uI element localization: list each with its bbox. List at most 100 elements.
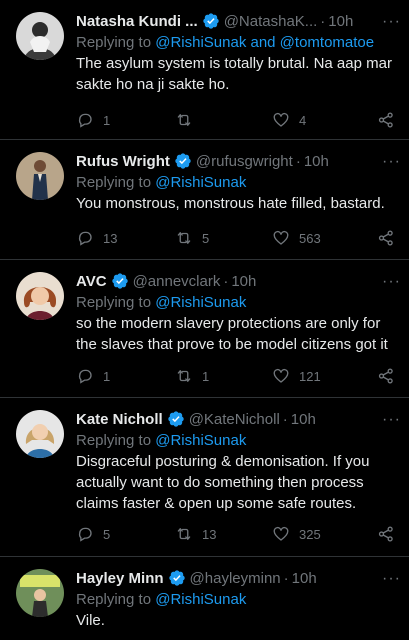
separator: · [282,410,288,428]
share-button[interactable] [377,367,395,385]
retweet-button[interactable]: 1 [175,367,209,385]
verified-badge-icon [175,153,191,169]
separator: · [295,152,301,170]
reply-icon [78,527,92,542]
retweet-count: 13 [202,526,217,542]
more-options-icon[interactable]: ··· [382,14,401,30]
display-name[interactable]: Natasha Kundi ... [76,13,198,30]
reply-icon [78,231,92,246]
heart-icon [273,526,289,541]
tweet-text: Disgraceful posturing & demonisation. If… [76,453,370,512]
display-name[interactable]: Hayley Minn [76,570,164,587]
retweet-button[interactable]: 13 [175,525,216,543]
share-icon [378,112,393,128]
tweet-text: You monstrous, monstrous hate filled, ba… [76,195,385,212]
reply-button[interactable]: 1 [76,367,110,385]
timestamp[interactable]: 10h [231,273,256,290]
like-button[interactable]: 4 [272,111,306,129]
reply-button[interactable]: 1 [76,111,110,129]
like-count: 563 [299,230,321,246]
avatar[interactable] [16,12,64,60]
like-button[interactable]: 121 [272,367,321,385]
replying-to: Replying to @RishiSunak [76,430,397,451]
reply-button[interactable]: 5 [76,525,110,543]
tweet[interactable]: Hayley Minn @hayleyminn · 10h Replying t… [0,557,409,640]
avatar[interactable] [16,569,64,617]
tweet[interactable]: Natasha Kundi ... @NatashaK... · 10h Rep… [0,0,409,140]
timestamp[interactable]: 10h [292,570,317,587]
replying-prefix: Replying to [76,174,156,191]
replying-to: Replying to @RishiSunak [76,589,397,610]
replying-prefix: Replying to [76,294,156,311]
display-name[interactable]: Kate Nicholl [76,411,163,428]
tweet-text: The asylum system is totally brutal. Na … [76,55,392,93]
like-button[interactable]: 563 [272,229,321,247]
more-options-icon[interactable]: ··· [382,274,401,290]
tweet[interactable]: AVC @annevclark · 10h Replying to @Rishi… [0,260,409,398]
share-button[interactable] [377,111,395,129]
more-options-icon[interactable]: ··· [382,412,401,428]
replying-to-link[interactable]: @RishiSunak [155,591,246,608]
replying-prefix: Replying to [76,591,156,608]
handle[interactable]: @hayleyminn [190,570,281,587]
timestamp[interactable]: 10h [328,13,353,30]
reply-icon [78,113,92,128]
replying-to-link[interactable]: @RishiSunak [155,294,246,311]
replying-to: Replying to @RishiSunak [76,292,397,313]
reply-count: 1 [103,112,111,128]
avatar[interactable] [16,152,64,200]
replying-to: Replying to @RishiSunak [76,172,397,193]
reply-button[interactable]: 13 [76,229,117,247]
share-icon [378,368,393,384]
tweet[interactable]: Kate Nicholl @KateNicholl · 10h Replying… [0,398,409,557]
replying-prefix: Replying to [76,432,156,449]
retweet-button[interactable]: 5 [175,229,209,247]
handle[interactable]: @rufusgwright [196,153,293,170]
display-name[interactable]: Rufus Wright [76,153,170,170]
like-count: 4 [299,112,307,128]
verified-badge-icon [111,273,128,289]
separator: · [320,12,326,30]
handle[interactable]: @KateNicholl [189,411,280,428]
reply-count: 1 [103,368,111,384]
like-count: 121 [299,368,321,384]
replying-to-link[interactable]: @RishiSunak [155,432,246,449]
verified-badge-icon [168,570,185,586]
heart-icon [273,112,289,127]
timestamp[interactable]: 10h [291,411,316,428]
reply-count: 5 [103,526,111,542]
tweet-text: so the modern slavery protections are on… [76,315,388,353]
share-icon [378,526,393,542]
share-button[interactable] [377,229,395,247]
verified-badge-icon [168,411,184,427]
share-button[interactable] [377,525,395,543]
retweet-count: 5 [202,230,210,246]
like-button[interactable]: 325 [272,525,321,543]
retweet-icon [177,370,191,382]
timestamp[interactable]: 10h [304,153,329,170]
share-icon [378,230,393,246]
tweet-text: Vile. [76,612,105,629]
replying-to: Replying to @RishiSunak and @tomtomatoe [76,32,397,53]
reply-icon [78,369,92,384]
replying-to-link[interactable]: @RishiSunak [155,174,246,191]
tweet[interactable]: Rufus Wright @rufusgwright · 10h Replyin… [0,140,409,260]
more-options-icon[interactable]: ··· [382,571,401,587]
like-count: 325 [299,526,321,542]
handle[interactable]: @NatashaK... [224,13,318,30]
display-name[interactable]: AVC [76,273,107,290]
retweet-button[interactable] [175,111,202,129]
replying-prefix: Replying to [76,34,156,51]
avatar[interactable] [16,272,64,320]
heart-icon [273,368,289,383]
more-options-icon[interactable]: ··· [382,154,401,170]
handle[interactable]: @annevclark [133,273,221,290]
replying-to-link[interactable]: @RishiSunak and @tomtomatoe [155,34,374,51]
retweet-icon [177,114,191,126]
separator: · [283,569,289,587]
retweet-icon [177,528,191,540]
avatar[interactable] [16,410,64,458]
heart-icon [273,230,289,245]
retweet-icon [177,232,191,244]
retweet-count: 1 [202,368,210,384]
